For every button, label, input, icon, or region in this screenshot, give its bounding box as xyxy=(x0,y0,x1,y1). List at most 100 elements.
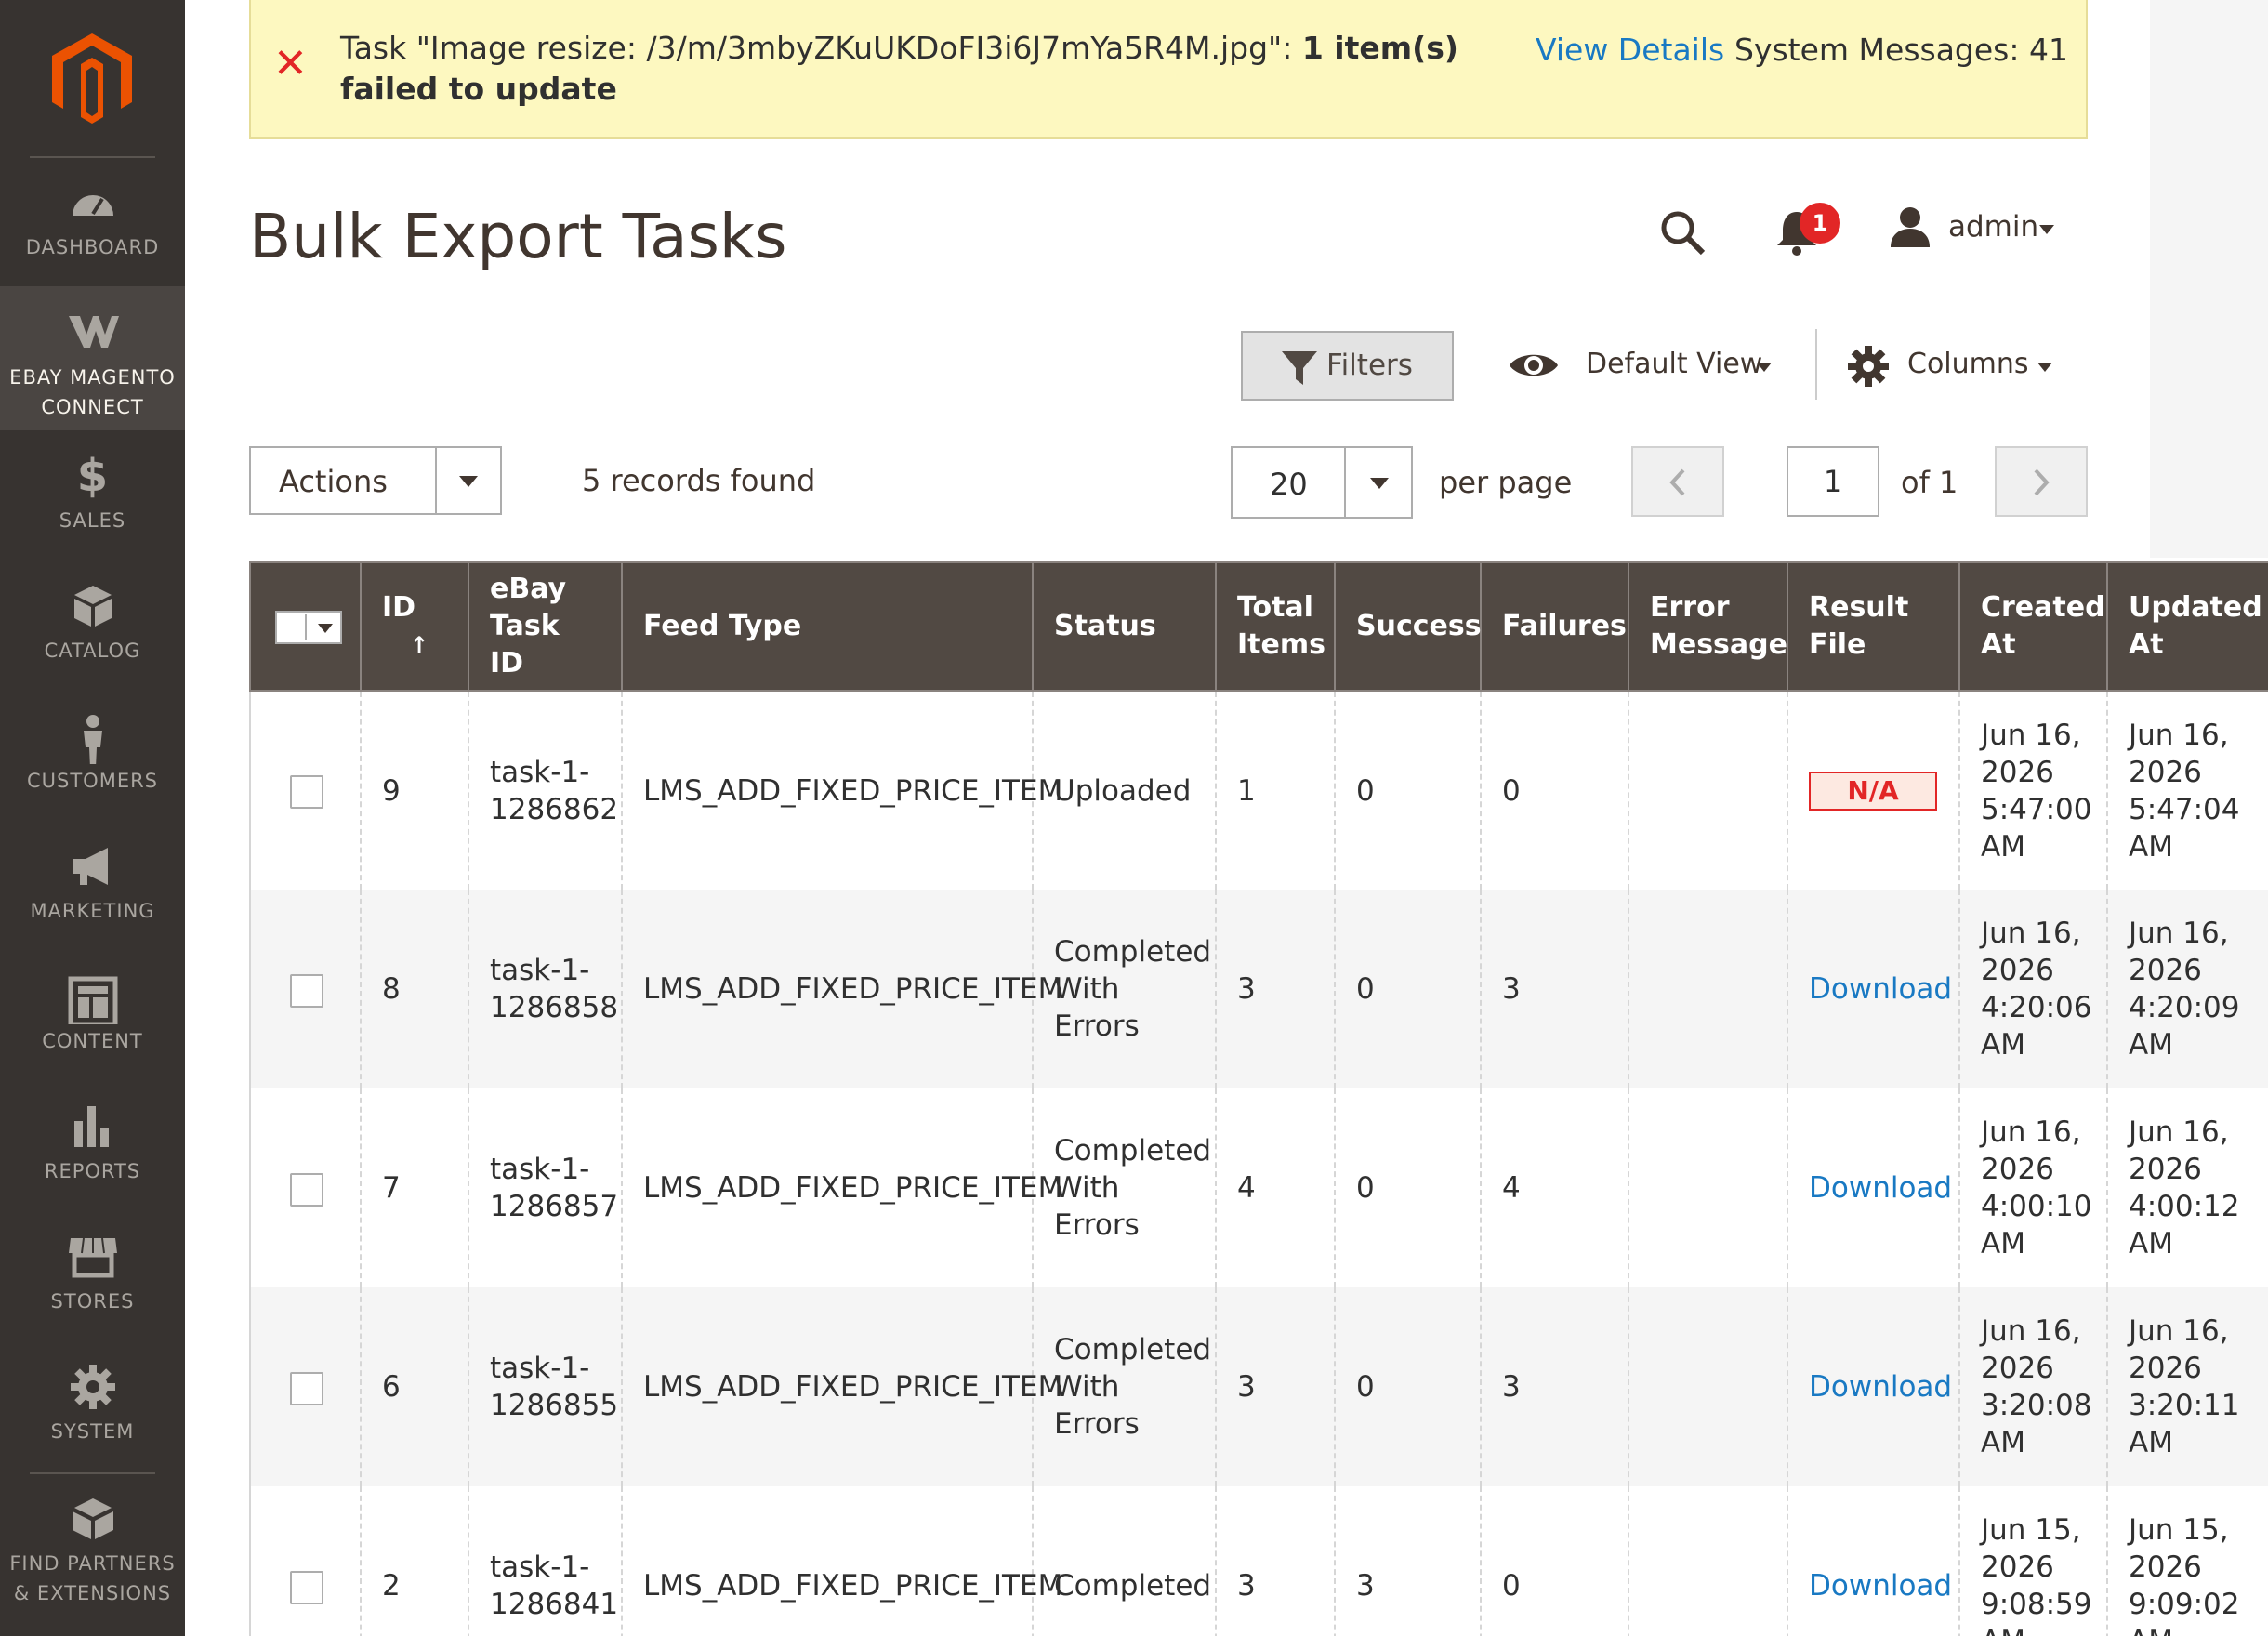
row-checkbox[interactable] xyxy=(290,1371,323,1405)
bulk-export-tasks-grid: ID↑ eBay Task ID Feed Type Status Total … xyxy=(249,561,2268,1636)
actions-label: Actions xyxy=(279,464,388,499)
bar-chart-icon xyxy=(73,1106,109,1147)
page-total: of 1 xyxy=(1901,465,1958,500)
default-view-dropdown[interactable]: Default View xyxy=(1586,348,1762,380)
magento-logo-icon[interactable] xyxy=(52,33,132,125)
row-checkbox[interactable] xyxy=(290,1570,323,1604)
sidebar-item-label: EBAY MAGENTO CONNECT xyxy=(9,366,176,418)
cell-ebay-task-id: task-1-1286862 xyxy=(468,691,622,890)
cell-status: Completed With Errors xyxy=(1032,1287,1216,1486)
sidebar-item-sales[interactable]: $ SALES xyxy=(0,431,185,561)
row-select-cell[interactable] xyxy=(249,890,361,1088)
search-icon[interactable] xyxy=(1658,208,1707,257)
previous-page-button[interactable] xyxy=(1631,446,1724,517)
sidebar-item-stores[interactable]: STORES xyxy=(0,1212,185,1342)
download-link[interactable]: Download xyxy=(1809,1171,1952,1205)
cell-success: 0 xyxy=(1334,1287,1481,1486)
ebay-connect-icon xyxy=(68,316,119,348)
chevron-down-icon[interactable] xyxy=(318,623,333,633)
row-checkbox[interactable] xyxy=(290,775,323,809)
sort-ascending-icon[interactable]: ↑ xyxy=(410,627,429,664)
cell-error-message xyxy=(1628,1486,1787,1636)
table-row[interactable]: 2 task-1-1286841 LMS_ADD_FIXED_PRICE_ITE… xyxy=(249,1486,2268,1636)
message-prefix: Task "Image resize: /3/m/3mbyZKuUKDoFI3i… xyxy=(340,30,1302,66)
sidebar-item-content[interactable]: CONTENT xyxy=(0,952,185,1082)
table-row[interactable]: 6 task-1-1286855 LMS_ADD_FIXED_PRICE_ITE… xyxy=(249,1287,2268,1486)
column-header-result-file[interactable]: Result File xyxy=(1787,561,1959,692)
column-header-status[interactable]: Status xyxy=(1032,561,1216,692)
download-link[interactable]: Download xyxy=(1809,972,1952,1006)
columns-dropdown[interactable]: Columns xyxy=(1907,348,2029,380)
row-select-cell[interactable] xyxy=(249,1088,361,1287)
page-gutter xyxy=(2150,0,2268,558)
table-row[interactable]: 8 task-1-1286858 LMS_ADD_FIXED_PRICE_ITE… xyxy=(249,890,2268,1088)
column-header-created-at[interactable]: Created At xyxy=(1958,561,2107,692)
cell-success: 0 xyxy=(1334,1088,1481,1287)
dashboard-icon xyxy=(72,195,113,216)
sidebar-item-marketing[interactable]: MARKETING xyxy=(0,822,185,952)
cell-status: Completed With Errors xyxy=(1032,1088,1216,1287)
column-header-total-items[interactable]: Total Items xyxy=(1215,561,1335,692)
na-badge: N/A xyxy=(1809,771,1937,811)
chevron-down-icon[interactable] xyxy=(2037,363,2052,372)
chevron-down-icon xyxy=(1370,478,1389,489)
column-header-ebay-task-id[interactable]: eBay Task ID xyxy=(468,561,622,692)
column-header-feed-type[interactable]: Feed Type xyxy=(621,561,1033,692)
table-row[interactable]: 7 task-1-1286857 LMS_ADD_FIXED_PRICE_ITE… xyxy=(249,1088,2268,1287)
chevron-down-icon[interactable] xyxy=(2039,225,2054,234)
row-checkbox[interactable] xyxy=(290,1172,323,1207)
cell-updated-at: Jun 16, 2026 5:47:04 AM xyxy=(2106,691,2268,890)
row-select-cell[interactable] xyxy=(249,1287,361,1486)
sidebar-item-catalog[interactable]: CATALOG xyxy=(0,561,185,692)
filters-button[interactable]: Filters xyxy=(1241,331,1454,401)
chevron-down-icon[interactable] xyxy=(1757,363,1772,372)
row-checkbox[interactable] xyxy=(290,973,323,1008)
cell-id: 6 xyxy=(360,1287,468,1486)
mass-select-dropdown[interactable] xyxy=(275,610,342,644)
cell-failures: 0 xyxy=(1480,691,1628,890)
cell-result-file: Download xyxy=(1787,1486,1959,1636)
page-number-input[interactable]: 1 xyxy=(1787,446,1879,517)
checkbox[interactable] xyxy=(279,614,307,640)
cell-result-file: N/A xyxy=(1787,691,1959,890)
download-link[interactable]: Download xyxy=(1809,1370,1952,1404)
select-all-checkbox-header[interactable] xyxy=(249,561,361,692)
user-icon[interactable] xyxy=(1889,206,1932,247)
cell-ebay-task-id: task-1-1286858 xyxy=(468,890,622,1088)
column-header-updated-at[interactable]: Updated At xyxy=(2106,561,2268,692)
row-select-cell[interactable] xyxy=(249,691,361,890)
page-title: Bulk Export Tasks xyxy=(249,201,787,272)
download-link[interactable]: Download xyxy=(1809,1569,1952,1603)
chevron-down-icon xyxy=(459,476,478,487)
next-page-button[interactable] xyxy=(1995,446,2088,517)
sidebar-item-dashboard[interactable]: DASHBOARD xyxy=(0,158,185,288)
view-details-link[interactable]: View Details xyxy=(1536,32,1724,68)
dropdown-divider xyxy=(435,448,437,513)
funnel-icon xyxy=(1282,351,1317,385)
cell-error-message xyxy=(1628,691,1787,890)
sidebar-item-system[interactable]: SYSTEM xyxy=(0,1342,185,1472)
admin-user-menu[interactable]: admin xyxy=(1948,210,2038,244)
column-header-failures[interactable]: Failures xyxy=(1480,561,1628,692)
cell-updated-at: Jun 16, 2026 4:00:12 AM xyxy=(2106,1088,2268,1287)
column-header-error-message[interactable]: Error Message xyxy=(1628,561,1787,692)
per-page-select[interactable]: 20 xyxy=(1231,446,1413,519)
gear-icon[interactable] xyxy=(1848,346,1889,387)
cell-success: 0 xyxy=(1334,691,1481,890)
table-row[interactable]: 9 task-1-1286862 LMS_ADD_FIXED_PRICE_ITE… xyxy=(249,691,2268,890)
sidebar-item-reports[interactable]: REPORTS xyxy=(0,1082,185,1212)
sidebar-item-find-partners[interactable]: FIND PARTNERS & EXTENSIONS xyxy=(0,1478,185,1636)
storefront-icon xyxy=(68,1237,117,1278)
eye-icon[interactable] xyxy=(1508,348,1560,383)
actions-dropdown[interactable]: Actions xyxy=(249,446,502,515)
column-header-id[interactable]: ID↑ xyxy=(360,561,468,692)
column-header-success[interactable]: Success xyxy=(1334,561,1482,692)
records-found: 5 records found xyxy=(582,463,816,498)
sidebar-item-label: CONTENT xyxy=(42,1030,143,1052)
sidebar-item-ebay-magento-connect[interactable]: EBAY MAGENTO CONNECT xyxy=(0,286,185,430)
row-select-cell[interactable] xyxy=(249,1486,361,1636)
system-messages-count[interactable]: System Messages: 41 xyxy=(1734,32,2068,68)
filters-label: Filters xyxy=(1326,349,1413,382)
sidebar-item-customers[interactable]: CUSTOMERS xyxy=(0,692,185,822)
cell-result-file: Download xyxy=(1787,1088,1959,1287)
